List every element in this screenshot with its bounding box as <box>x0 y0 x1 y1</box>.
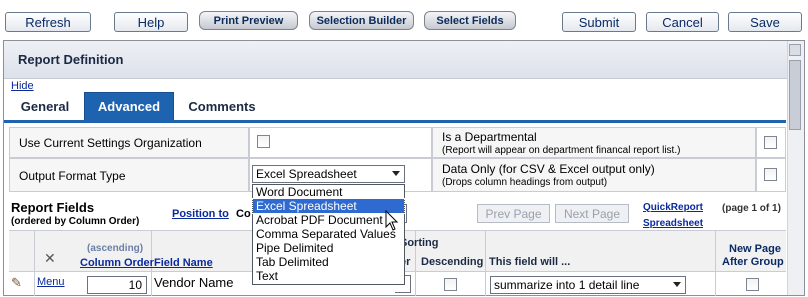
after-group-header: After Group <box>722 256 784 268</box>
field-action-value: summarize into 1 detail line <box>494 278 640 292</box>
output-format-select[interactable]: Excel Spreadsheet <box>252 165 405 183</box>
tab-comments[interactable]: Comments <box>180 92 264 121</box>
option-tab-delimited[interactable]: Tab Delimited <box>253 255 404 269</box>
option-text[interactable]: Text <box>253 269 404 283</box>
chevron-down-icon <box>673 282 681 287</box>
next-page-button[interactable]: Next Page <box>555 204 629 223</box>
panel-title: Report Definition <box>18 52 124 67</box>
this-field-will-header: This field will ... <box>489 256 571 268</box>
departmental-note: (Report will appear on department financ… <box>442 145 681 156</box>
refresh-button[interactable]: Refresh <box>5 12 91 32</box>
hide-link[interactable]: Hide <box>11 80 34 92</box>
selection-builder-button[interactable]: Selection Builder <box>309 11 414 30</box>
select-fields-button[interactable]: Select Fields <box>424 11 516 30</box>
grid-divider <box>34 230 35 296</box>
option-pipe-delimited[interactable]: Pipe Delimited <box>253 241 404 255</box>
help-button[interactable]: Help <box>114 12 188 32</box>
page-info: (page 1 of 1) <box>722 203 781 214</box>
report-fields-title: Report Fields <box>11 200 95 215</box>
edit-pencil-icon[interactable]: ✎ <box>11 275 22 291</box>
option-acrobat-pdf[interactable]: Acrobat PDF Document <box>253 213 404 227</box>
use-current-org-checkbox[interactable] <box>257 135 270 148</box>
settings-value-cell <box>249 127 432 158</box>
departmental-checkbox[interactable] <box>764 136 777 149</box>
save-button[interactable]: Save <box>728 12 802 32</box>
tab-underline <box>4 120 786 123</box>
descending-header: Descending <box>421 256 484 268</box>
ascending-label: (ascending) <box>87 243 144 254</box>
scroll-up-arrow-icon[interactable] <box>789 44 801 56</box>
mouse-cursor-icon <box>385 210 399 231</box>
column-order-input[interactable]: 10 <box>87 276 147 294</box>
departmental-label: Is a Departmental <box>442 130 537 144</box>
tab-advanced[interactable]: Advanced <box>84 92 174 121</box>
data-only-label: Data Only (for CSV & Excel output only) <box>442 162 655 176</box>
cancel-button[interactable]: Cancel <box>646 12 719 32</box>
report-fields-subtitle: (ordered by Column Order) <box>11 216 140 227</box>
field-action-select[interactable]: summarize into 1 detail line <box>490 276 686 294</box>
grid-divider <box>715 230 716 296</box>
prev-page-button[interactable]: Prev Page <box>477 204 550 223</box>
data-only-checkbox[interactable] <box>764 168 777 181</box>
field-name-header[interactable]: Field Name <box>154 257 213 269</box>
scrollbar-thumb[interactable] <box>789 60 801 130</box>
use-current-org-label: Use Current Settings Organization <box>19 136 202 150</box>
chevron-down-icon <box>392 171 400 176</box>
position-to-column-label: Co <box>236 208 251 220</box>
output-format-value: Excel Spreadsheet <box>256 167 357 181</box>
quickreport-link[interactable]: QuickReport <box>643 202 703 213</box>
grid-divider <box>485 230 486 296</box>
panel-header: Report Definition <box>4 41 804 79</box>
sorting-header: Sorting <box>400 237 439 249</box>
row-menu-link[interactable]: Menu <box>37 276 65 288</box>
new-page-checkbox[interactable] <box>746 278 759 291</box>
new-page-header: New Page <box>729 243 781 255</box>
option-excel-spreadsheet[interactable]: Excel Spreadsheet <box>252 198 405 214</box>
output-format-dropdown[interactable]: Word Document Excel Spreadsheet Acrobat … <box>252 184 405 285</box>
print-preview-button[interactable]: Print Preview <box>199 11 298 30</box>
option-csv[interactable]: Comma Separated Values <box>253 227 404 241</box>
data-only-note: (Drops column headings from output) <box>442 177 608 188</box>
submit-button[interactable]: Submit <box>562 12 636 32</box>
column-order-header[interactable]: Column Order <box>80 257 154 269</box>
option-word-document[interactable]: Word Document <box>253 185 404 199</box>
spreadsheet-link[interactable]: Spreadsheet <box>643 218 703 229</box>
descending-checkbox[interactable] <box>444 278 457 291</box>
delete-x-icon: ✕ <box>44 250 56 266</box>
output-format-label: Output Format Type <box>19 169 126 183</box>
row-field-name: Vendor Name <box>154 275 234 290</box>
position-to-link[interactable]: Position to <box>172 208 229 220</box>
tab-general[interactable]: General <box>12 92 78 121</box>
